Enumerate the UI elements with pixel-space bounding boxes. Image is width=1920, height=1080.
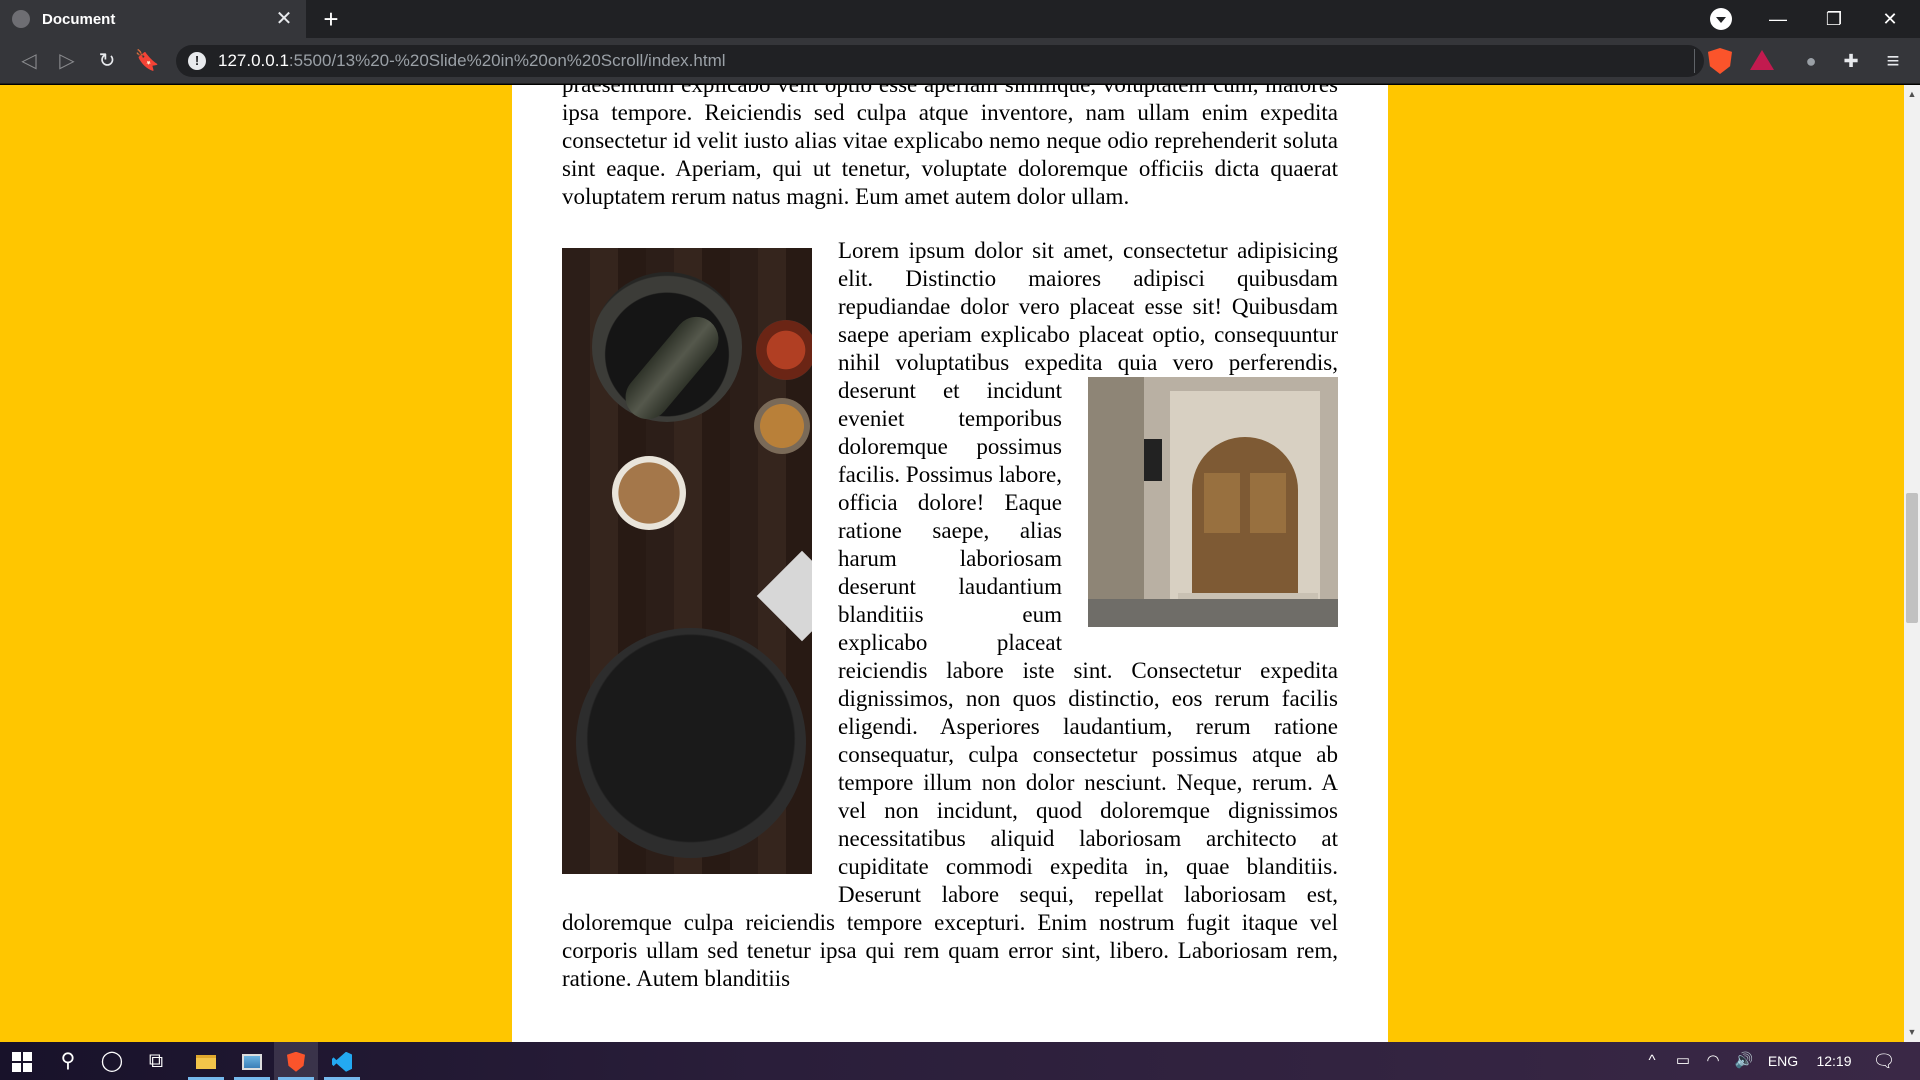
close-window-button[interactable]: ✕	[1862, 0, 1918, 38]
jar-shape	[756, 320, 812, 380]
photos-button[interactable]	[230, 1042, 274, 1080]
browser-tab[interactable]: Document ✕	[0, 0, 306, 38]
pan-shape	[576, 628, 806, 858]
cortana-button[interactable]: ◯	[90, 1042, 134, 1080]
forward-button[interactable]: ▷	[52, 46, 82, 76]
puzzle-icon[interactable]: ✚	[1838, 48, 1864, 74]
vertical-scrollbar[interactable]: ▲ ▼	[1904, 85, 1920, 1042]
kitchen-image	[562, 248, 812, 874]
brave-taskbar-button[interactable]	[274, 1042, 318, 1080]
task-view-button[interactable]: ⧉	[134, 1042, 178, 1080]
bookmark-icon[interactable]: 🔖	[132, 46, 162, 76]
search-button[interactable]: ⚲	[46, 1042, 90, 1080]
scroll-thumb[interactable]	[1906, 493, 1918, 623]
spice-jar-shape	[754, 398, 810, 454]
url-path: :5500/13%20-%20Slide%20in%20on%20Scroll/…	[288, 51, 726, 70]
reload-button[interactable]: ↻	[92, 46, 122, 76]
back-button[interactable]: ◁	[14, 46, 44, 76]
vscode-icon	[332, 1051, 352, 1072]
clock[interactable]: 12:19	[1806, 1042, 1862, 1080]
wall-shape	[1088, 377, 1144, 627]
content-column: praesentium explicabo velit optio esse a…	[512, 85, 1388, 1042]
tab-search-icon[interactable]	[1710, 8, 1732, 30]
url-host: 127.0.0.1	[218, 51, 289, 70]
browser-toolbar: ◁ ▷ ↻ 🔖 ! 127.0.0.1:5500/13%20-%20Slide%…	[0, 38, 1920, 84]
battery-icon[interactable]: ▭	[1670, 1042, 1696, 1080]
brave-icon	[287, 1051, 305, 1072]
address-bar[interactable]: ! 127.0.0.1:5500/13%20-%20Slide%20in%20o…	[176, 45, 1704, 77]
paragraph-top: praesentium explicabo velit optio esse a…	[562, 85, 1338, 209]
title-bar: Document ✕ + — ❐ ✕	[0, 0, 1920, 38]
toolbar-divider	[1694, 49, 1695, 73]
file-explorer-button[interactable]	[184, 1042, 228, 1080]
extension-icon[interactable]: ●	[1798, 48, 1824, 74]
folder-icon	[196, 1054, 216, 1069]
search-icon: ⚲	[60, 1050, 76, 1072]
maximize-button[interactable]: ❐	[1806, 0, 1862, 38]
new-tab-button[interactable]: +	[316, 4, 346, 34]
language-indicator[interactable]: ENG	[1762, 1042, 1804, 1080]
volume-icon[interactable]: 🔊	[1730, 1042, 1758, 1080]
door-panel-shape	[1204, 473, 1240, 533]
globe-icon	[12, 10, 30, 28]
kitchen-photo	[562, 248, 812, 874]
spice-bowl-shape	[612, 456, 686, 530]
minimize-button[interactable]: —	[1750, 0, 1806, 38]
scroll-up-arrow-icon[interactable]: ▲	[1904, 87, 1920, 101]
article: praesentium explicabo velit optio esse a…	[562, 85, 1338, 1019]
task-view-icon: ⧉	[148, 1050, 164, 1072]
tab-title: Document	[42, 10, 116, 28]
scroll-down-arrow-icon[interactable]: ▼	[1904, 1025, 1920, 1039]
brave-rewards-icon[interactable]	[1750, 50, 1774, 70]
salt-dish-shape	[756, 550, 812, 642]
close-tab-icon[interactable]: ✕	[274, 9, 294, 29]
vscode-taskbar-button[interactable]	[320, 1042, 364, 1080]
photos-icon	[242, 1053, 262, 1070]
ground-shape	[1088, 599, 1338, 627]
windows-icon	[12, 1051, 32, 1072]
info-icon[interactable]: !	[188, 52, 206, 70]
show-hidden-icons-chevron-icon[interactable]: ^	[1640, 1042, 1664, 1080]
notification-icon[interactable]: 🗨	[1864, 1042, 1904, 1080]
start-button[interactable]	[0, 1042, 44, 1080]
menu-icon[interactable]: ≡	[1880, 48, 1906, 74]
page-viewport: praesentium explicabo velit optio esse a…	[0, 85, 1904, 1042]
door-image	[1088, 377, 1338, 627]
door-photo	[1088, 377, 1338, 627]
window-shape	[1144, 439, 1162, 481]
cortana-icon: ◯	[100, 1050, 124, 1072]
wifi-icon[interactable]: ◠	[1700, 1042, 1726, 1080]
taskbar: ⚲ ◯ ⧉ ^ ▭ ◠ 🔊 ENG 12:19 🗨	[0, 1042, 1920, 1080]
door-panel-shape	[1250, 473, 1286, 533]
